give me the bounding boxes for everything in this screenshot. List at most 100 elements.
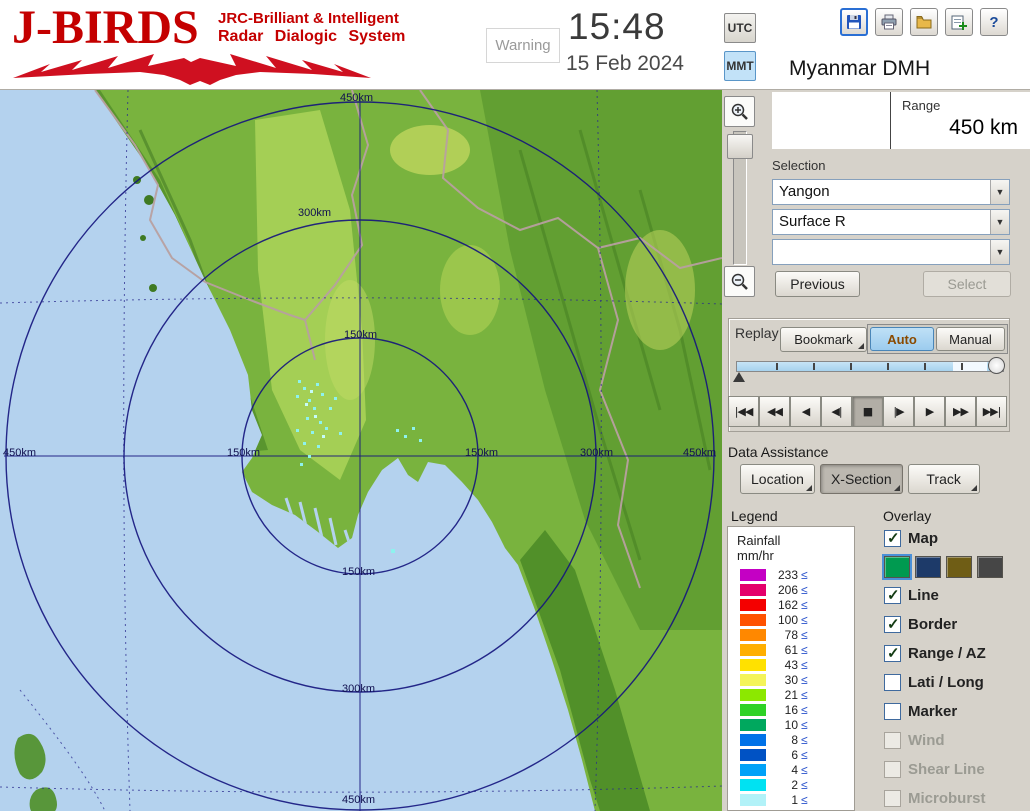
- checkbox-icon[interactable]: [884, 616, 901, 633]
- legend-threshold-link[interactable]: ≤: [801, 748, 808, 762]
- legend-value: 61: [766, 643, 798, 657]
- extra-dropdown[interactable]: ▼: [772, 239, 1010, 265]
- zoom-in-icon: [730, 102, 749, 121]
- overlay-map-row: Map: [884, 530, 938, 547]
- legend-color-chip: [740, 734, 766, 746]
- legend-threshold-link[interactable]: ≤: [801, 688, 808, 702]
- legend-threshold-link[interactable]: ≤: [801, 583, 808, 597]
- timeline-thumb[interactable]: [988, 357, 1005, 374]
- legend-panel: Rainfall mm/hr 233 ≤ 206 ≤ 162: [727, 526, 855, 811]
- previous-button[interactable]: Previous: [775, 271, 860, 297]
- site-dropdown[interactable]: Yangon ▼: [772, 179, 1010, 205]
- transport-glyph: ▶: [926, 405, 933, 418]
- zoom-slider-thumb[interactable]: [727, 134, 753, 159]
- transport-button[interactable]: ▶▶|: [976, 396, 1007, 427]
- bookmark-button[interactable]: Bookmark: [780, 327, 867, 352]
- overlay-item[interactable]: Microburst: [884, 790, 986, 807]
- warning-button[interactable]: Warning: [486, 28, 560, 63]
- transport-button[interactable]: ■: [852, 396, 883, 427]
- legend-threshold-link[interactable]: ≤: [801, 628, 808, 642]
- map-color-swatch[interactable]: [946, 556, 972, 578]
- jbirds-app: J-BIRDS JRC-Brilliant & Intelligent Rada…: [0, 0, 1030, 811]
- map-color-swatch[interactable]: [884, 556, 910, 578]
- transport-button[interactable]: |◀◀: [728, 396, 759, 427]
- legend-threshold-link[interactable]: ≤: [801, 793, 808, 807]
- checkbox-icon[interactable]: [884, 790, 901, 807]
- radar-map-canvas[interactable]: 450km 300km 150km 450km 150km 150km 300k…: [0, 90, 722, 811]
- legend-threshold-link[interactable]: ≤: [801, 703, 808, 717]
- data-assistance-button[interactable]: Location: [740, 464, 815, 494]
- overlay-items: Line Border Range / AZ Lati / Long Marke…: [884, 587, 986, 807]
- overlay-item-label: Marker: [908, 703, 957, 720]
- overlay-item[interactable]: Marker: [884, 703, 986, 720]
- map-color-swatch[interactable]: [915, 556, 941, 578]
- manual-mode-button[interactable]: Manual: [936, 327, 1005, 351]
- overlay-item[interactable]: Range / AZ: [884, 645, 986, 662]
- legend-color-chip: [740, 599, 766, 611]
- data-assistance-buttons: Location X-Section Track: [740, 464, 980, 494]
- chevron-down-icon[interactable]: ▼: [990, 240, 1009, 264]
- legend-threshold-link[interactable]: ≤: [801, 643, 808, 657]
- help-icon: ?: [989, 14, 998, 31]
- legend-threshold-link[interactable]: ≤: [801, 568, 808, 582]
- range-ring-label: 150km: [227, 447, 260, 459]
- transport-button[interactable]: ▶: [914, 396, 945, 427]
- add-button[interactable]: [945, 8, 973, 36]
- overlay-item[interactable]: Shear Line: [884, 761, 986, 778]
- timezone-utc-button[interactable]: UTC: [724, 13, 756, 43]
- overlay-item[interactable]: Wind: [884, 732, 986, 749]
- legend-threshold-link[interactable]: ≤: [801, 658, 808, 672]
- timezone-mmt-button[interactable]: MMT: [724, 51, 756, 81]
- legend-threshold-link[interactable]: ≤: [801, 763, 808, 777]
- transport-button[interactable]: ◀◀: [759, 396, 790, 427]
- open-folder-button[interactable]: [910, 8, 938, 36]
- overlay-item-map[interactable]: Map: [884, 530, 938, 547]
- legend-value: 30: [766, 673, 798, 687]
- checkbox-icon[interactable]: [884, 732, 901, 749]
- checkbox-icon[interactable]: [884, 587, 901, 604]
- replay-timeline-slider[interactable]: [736, 361, 1004, 372]
- help-button[interactable]: ?: [980, 8, 1008, 36]
- legend-threshold-link[interactable]: ≤: [801, 718, 808, 732]
- transport-button[interactable]: ◀: [790, 396, 821, 427]
- checkbox-icon[interactable]: [884, 703, 901, 720]
- checkbox-icon[interactable]: [884, 674, 901, 691]
- legend-color-chip: [740, 659, 766, 671]
- transport-button[interactable]: ◀|: [821, 396, 852, 427]
- transport-glyph: |▶: [893, 405, 903, 418]
- overlay-item[interactable]: Lati / Long: [884, 674, 986, 691]
- select-button[interactable]: Select: [923, 271, 1011, 297]
- zoom-out-button[interactable]: [724, 266, 755, 297]
- legend-threshold-link[interactable]: ≤: [801, 778, 808, 792]
- save-button[interactable]: [840, 8, 868, 36]
- legend-color-chip: [740, 719, 766, 731]
- product-dropdown[interactable]: Surface R ▼: [772, 209, 1010, 235]
- timeline-tick: [924, 363, 926, 370]
- legend-threshold-link[interactable]: ≤: [801, 673, 808, 687]
- chevron-down-icon[interactable]: ▼: [990, 210, 1009, 234]
- zoom-in-button[interactable]: [724, 96, 755, 127]
- checkbox-icon[interactable]: [884, 530, 901, 547]
- transport-button[interactable]: |▶: [883, 396, 914, 427]
- data-assistance-button[interactable]: X-Section: [820, 464, 903, 494]
- data-assistance-button[interactable]: Track: [908, 464, 980, 494]
- legend-value: 100: [766, 613, 798, 627]
- transport-button[interactable]: ▶▶: [945, 396, 976, 427]
- map-color-swatch[interactable]: [977, 556, 1003, 578]
- chevron-down-icon[interactable]: ▼: [990, 180, 1009, 204]
- checkbox-icon[interactable]: [884, 761, 901, 778]
- legend-threshold-link[interactable]: ≤: [801, 598, 808, 612]
- legend-value: 8: [766, 733, 798, 747]
- checkbox-icon[interactable]: [884, 645, 901, 662]
- auto-mode-button[interactable]: Auto: [870, 327, 934, 351]
- overlay-item[interactable]: Line: [884, 587, 986, 604]
- legend-color-chip: [740, 629, 766, 641]
- legend-threshold-link[interactable]: ≤: [801, 613, 808, 627]
- overlay-item[interactable]: Border: [884, 616, 986, 633]
- timeline-unfilled: [953, 362, 987, 371]
- legend-color-chip: [740, 749, 766, 761]
- legend-threshold-link[interactable]: ≤: [801, 733, 808, 747]
- legend-value: 16: [766, 703, 798, 717]
- legend-value: 78: [766, 628, 798, 642]
- print-button[interactable]: [875, 8, 903, 36]
